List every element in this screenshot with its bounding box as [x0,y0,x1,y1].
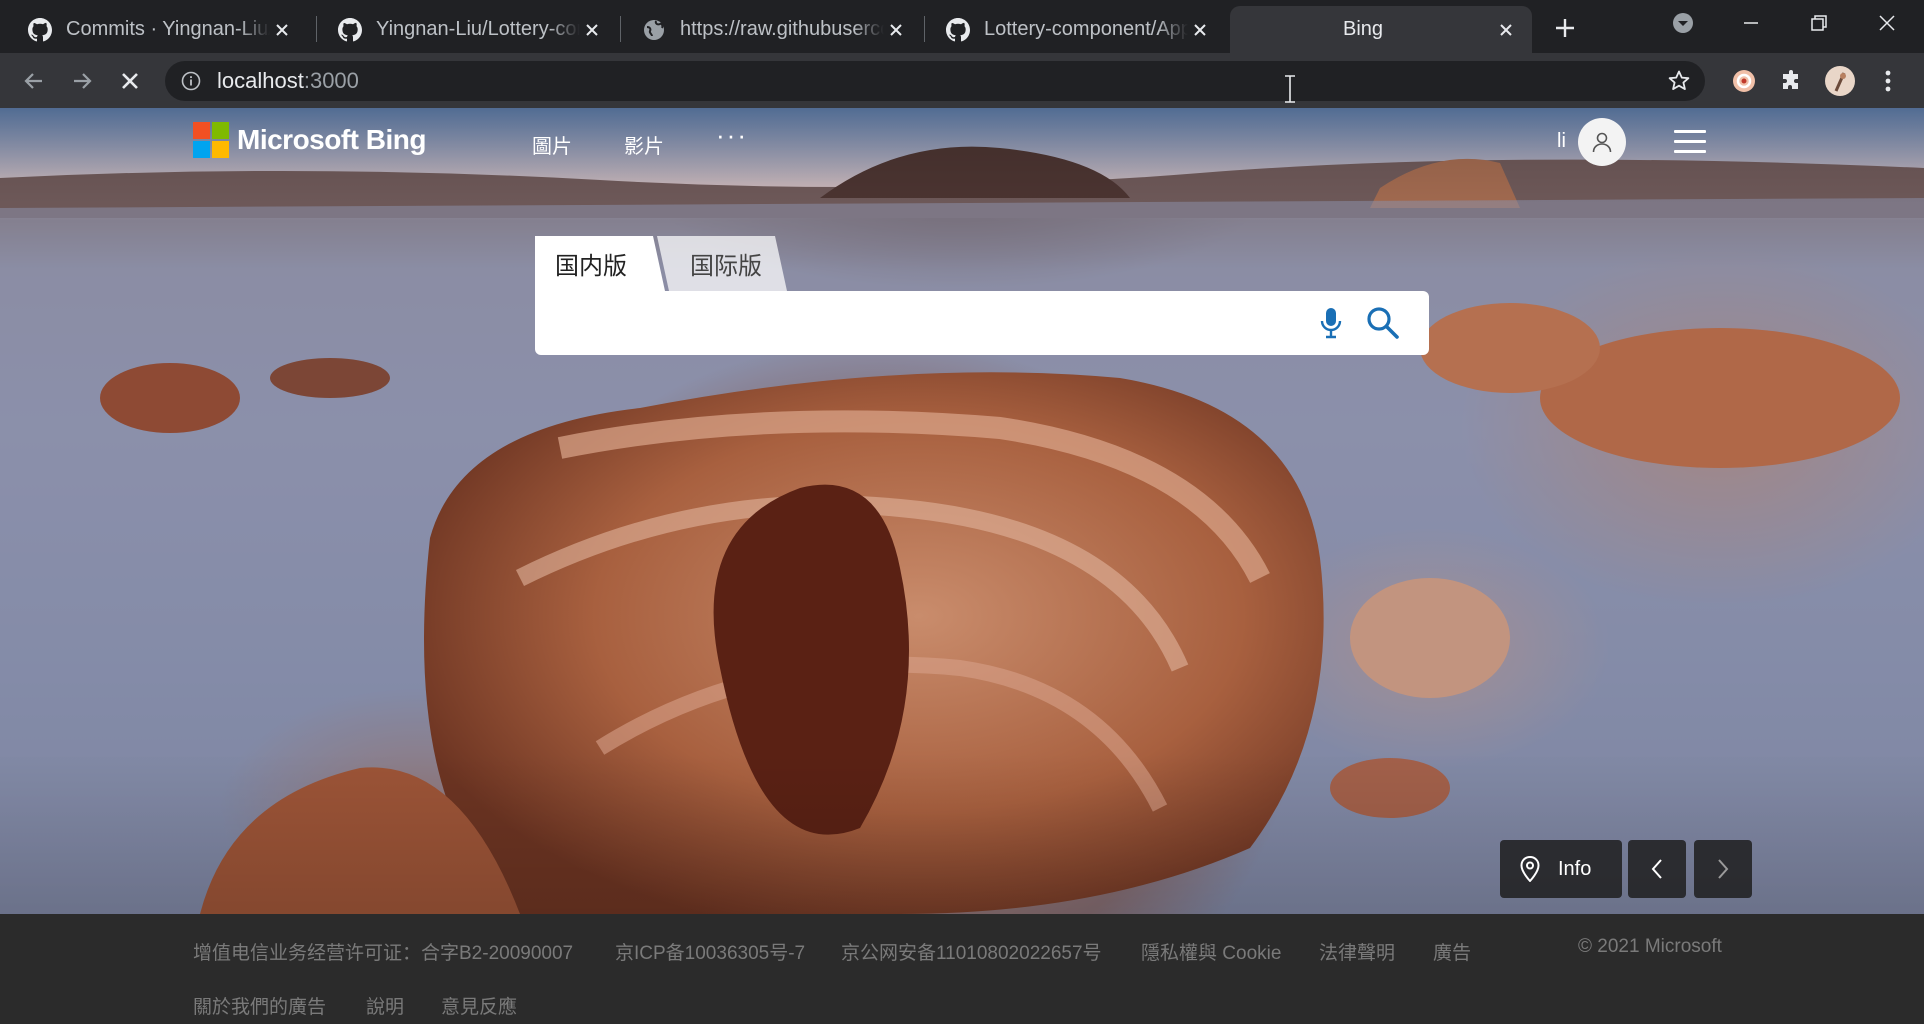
tab-title: Bing [1342,18,1384,40]
user-avatar[interactable] [1578,118,1626,166]
tab-title: Yingnan-Liu/Lottery-component [376,18,580,40]
github-icon [946,17,970,42]
tab-commits[interactable]: Commits · Yingnan-Liu/Lottery-component [8,6,308,53]
new-tab-button[interactable] [1549,12,1581,44]
close-icon[interactable] [1188,18,1212,42]
footer-link-public-security[interactable]: 京公网安备11010802022657号 [841,938,1102,965]
next-image-button[interactable] [1694,840,1752,898]
tab-domestic[interactable]: 国内版 [535,236,665,291]
browser-toolbar: localhost:3000 [0,53,1924,108]
tab-title: Lottery-component/App.js [984,18,1188,40]
tab-separator [924,16,925,42]
tab-separator [620,16,621,42]
microphone-icon[interactable] [1313,305,1349,341]
extension-record-icon[interactable] [1726,63,1762,99]
github-icon [28,17,52,42]
extensions-puzzle-icon[interactable] [1774,63,1810,99]
close-icon[interactable] [884,18,908,42]
tab-title: https://raw.githubusercontent.com [680,18,884,40]
footer-link-ads[interactable]: 廣告 [1433,938,1471,965]
back-button[interactable] [16,63,52,99]
close-window-button[interactable] [1852,0,1922,45]
person-icon [1592,132,1612,153]
footer-copyright: © 2021 Microsoft [1578,936,1722,957]
address-bar[interactable]: localhost:3000 [165,61,1705,103]
microsoft-logo-icon [193,122,229,158]
close-icon[interactable] [1494,18,1518,42]
location-pin-icon [1520,856,1540,882]
page-footer: 增值电信业务经营许可证：合字B2-20090007 京ICP备10036305号… [0,914,1924,1024]
bing-page: Microsoft Bing 圖片 影片 ··· li 国际版 国内版 Info [0,108,1924,1024]
tab-app-js[interactable]: Lottery-component/App.js [926,6,1226,53]
search-icon[interactable] [1363,305,1403,341]
chevron-left-icon [1651,859,1662,879]
search-input[interactable] [553,301,1313,345]
user-name[interactable]: li [1557,130,1566,153]
tab-international[interactable]: 国际版 [657,236,787,291]
footer-link-license[interactable]: 增值电信业务经营许可证：合字B2-20090007 [193,938,573,965]
image-info-button[interactable]: Info [1500,840,1622,898]
bookmark-star-icon[interactable] [1667,69,1691,98]
background-image [0,108,1924,914]
restore-button[interactable] [1784,0,1854,45]
tab-separator [316,16,317,42]
footer-link-legal[interactable]: 法律聲明 [1319,938,1395,965]
url-host: localhost [217,68,304,93]
stop-loading-button[interactable] [112,63,148,99]
footer-link-feedback[interactable]: 意見反應 [441,992,517,1019]
forward-button[interactable] [64,63,100,99]
minimize-button[interactable] [1716,0,1786,45]
nav-videos-link[interactable]: 影片 [624,130,664,159]
tab-search-button[interactable] [1648,0,1718,45]
text-cursor-icon [1283,75,1297,108]
tab-lottery-repo[interactable]: Yingnan-Liu/Lottery-component [318,6,618,53]
address-url: localhost:3000 [217,68,359,94]
hamburger-menu-icon[interactable] [1674,130,1706,154]
footer-link-icp[interactable]: 京ICP备10036305号-7 [615,938,805,965]
url-port: :3000 [303,68,359,93]
nav-images-link[interactable]: 圖片 [532,130,572,159]
profile-avatar[interactable] [1822,63,1858,99]
footer-link-privacy[interactable]: 隱私權與 Cookie [1141,938,1281,965]
browser-menu-icon[interactable] [1870,63,1906,99]
footer-link-about-ads[interactable]: 關於我們的廣告 [193,992,326,1019]
browser-tabstrip: Commits · Yingnan-Liu/Lottery-component … [0,0,1924,53]
background-overlay [0,108,1924,914]
bing-logo[interactable]: Microsoft Bing [193,122,427,158]
tab-title: Commits · Yingnan-Liu/Lottery-component [66,18,270,40]
tab-bing[interactable]: Bing [1230,6,1532,53]
info-icon[interactable] [179,69,203,93]
chevron-right-icon [1718,859,1729,879]
globe-icon [642,18,666,42]
search-box [535,291,1429,355]
previous-image-button[interactable] [1628,840,1686,898]
github-icon [338,17,362,42]
nav-more-button[interactable]: ··· [716,120,748,151]
info-label: Info [1558,857,1592,880]
close-icon[interactable] [270,18,294,42]
tab-raw-github[interactable]: https://raw.githubusercontent.com [622,6,922,53]
logo-text: Microsoft Bing [237,124,427,155]
footer-link-help[interactable]: 說明 [366,992,404,1019]
close-icon[interactable] [580,18,604,42]
